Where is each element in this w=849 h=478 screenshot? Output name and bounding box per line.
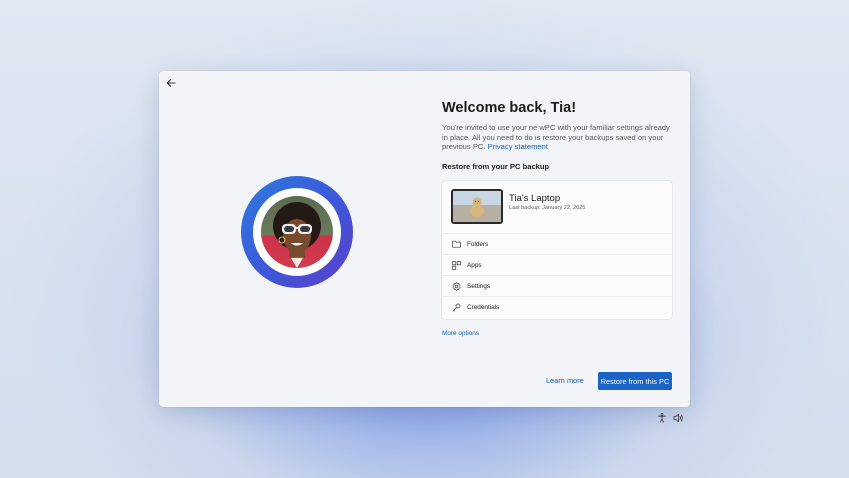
backup-item-credentials: Credentials	[442, 296, 672, 317]
laptop-thumbnail	[451, 189, 503, 224]
backup-item-settings: Settings	[442, 275, 672, 296]
gear-icon	[451, 281, 461, 291]
back-button[interactable]	[162, 74, 180, 92]
folder-icon	[451, 239, 461, 249]
description: You're invited to use your ne wPC with y…	[442, 123, 674, 152]
privacy-statement-link[interactable]: Privacy statement	[488, 142, 548, 151]
avatar-photo	[261, 196, 333, 268]
volume-icon	[673, 413, 683, 423]
description-text: You're invited to use your ne wPC with y…	[442, 123, 670, 152]
apps-icon	[451, 260, 461, 270]
volume-button[interactable]	[672, 412, 684, 424]
backup-item-label: Credentials	[467, 303, 500, 311]
device-row: Tia's Laptop Last backup: January 22, 20…	[442, 181, 672, 233]
learn-more-link[interactable]: Learn more	[546, 376, 584, 385]
backup-item-apps: Apps	[442, 254, 672, 275]
accessibility-icon	[658, 413, 666, 423]
page-title: Welcome back, Tia!	[442, 100, 577, 116]
restore-from-this-pc-button[interactable]: Restore from this PC	[598, 372, 672, 390]
accessibility-button[interactable]	[656, 412, 668, 424]
backup-card: Tia's Laptop Last backup: January 22, 20…	[442, 181, 672, 319]
last-backup-date: Last backup: January 22, 2025	[509, 205, 586, 211]
device-name: Tia's Laptop	[509, 193, 561, 204]
back-arrow-icon	[166, 79, 176, 87]
backup-item-folders: Folders	[442, 233, 672, 254]
oobe-restore-dialog: Welcome back, Tia! You're invited to use…	[159, 71, 690, 407]
more-options-link[interactable]: More options	[442, 330, 479, 337]
backup-item-label: Folders	[467, 240, 489, 248]
section-heading: Restore from your PC backup	[442, 162, 550, 171]
key-icon	[451, 302, 461, 312]
backup-item-label: Settings	[467, 282, 491, 290]
avatar	[241, 176, 353, 288]
backup-item-label: Apps	[467, 261, 482, 269]
